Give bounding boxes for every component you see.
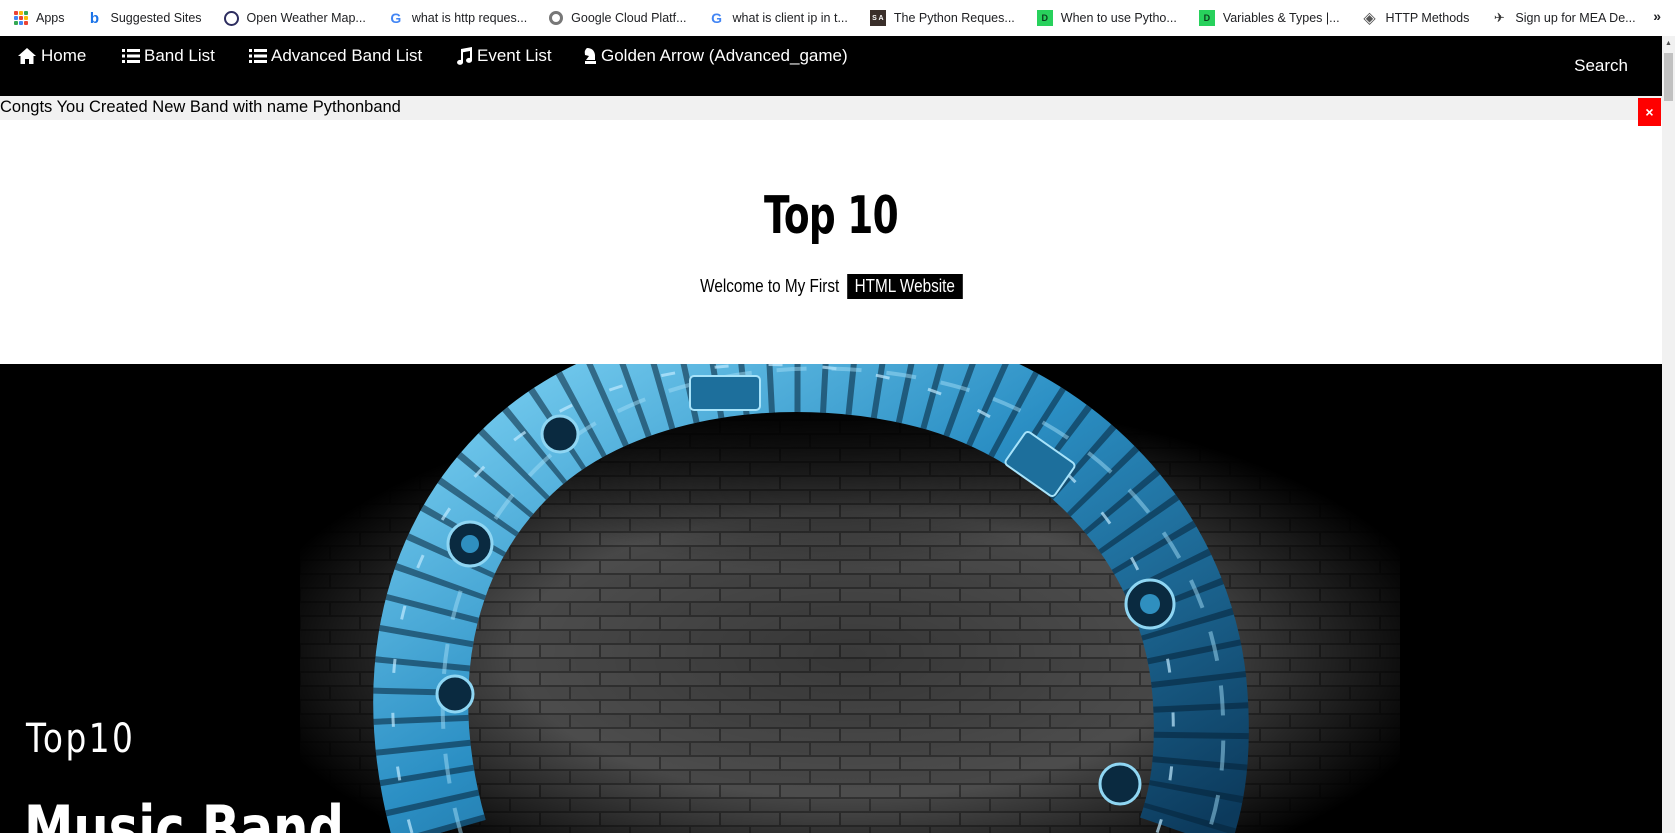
browser-page: Apps b Suggested Sites Open Weather Map.… <box>0 0 1675 833</box>
main-navbar: Home Band List Advanced Band List Event … <box>0 36 1662 96</box>
apps-grid-icon <box>14 11 28 25</box>
bookmark-label: Google Cloud Platf... <box>571 11 687 25</box>
bing-icon: b <box>89 9 100 27</box>
bookmark-apps[interactable]: Apps <box>14 11 65 25</box>
bookmark-mea-signup[interactable]: ✈ Sign up for MEA De... <box>1491 10 1636 26</box>
openweather-icon <box>223 10 239 26</box>
bookmark-label: Open Weather Map... <box>246 11 366 25</box>
search-button[interactable]: Search <box>1574 56 1628 76</box>
hero-banner: Top10 Music Band <box>0 364 1662 833</box>
bookmark-label: what is http reques... <box>411 11 528 25</box>
nav-label: Event List <box>477 46 552 65</box>
nav-item-golden-arrow[interactable]: Golden Arrow (Advanced_game) <box>583 46 848 66</box>
alert-message: Congts You Created New Band with name Py… <box>0 98 401 116</box>
home-icon <box>17 47 37 65</box>
google-cloud-icon <box>549 11 564 25</box>
http-icon: ◈ <box>1363 10 1376 27</box>
bookmark-http-request[interactable]: G what is http reques... <box>388 10 527 26</box>
nav-item-advanced-band-list[interactable]: Advanced Band List <box>249 46 422 66</box>
bookmark-suggested-sites[interactable]: b Suggested Sites <box>87 9 202 27</box>
google-icon: G <box>390 10 402 26</box>
mea-icon: ✈ <box>1493 10 1505 25</box>
datacamp-icon: D <box>1036 10 1053 26</box>
list-icon <box>249 48 267 64</box>
bookmark-client-ip[interactable]: G what is client ip in t... <box>709 10 848 26</box>
google-icon: G <box>711 10 722 26</box>
bookmark-variables-types[interactable]: D Variables & Types |... <box>1198 10 1340 26</box>
nav-item-home[interactable]: Home <box>17 46 86 66</box>
chess-piece-icon <box>583 47 597 65</box>
nav-label: Golden Arrow (Advanced_game) <box>601 46 848 65</box>
bookmarks-more-button[interactable]: » <box>1653 8 1661 24</box>
bookmark-label: The Python Reques... <box>893 11 1015 25</box>
bookmark-label: Suggested Sites <box>110 11 202 25</box>
scrollbar-thumb[interactable] <box>1664 53 1673 101</box>
list-icon <box>122 48 140 64</box>
hero-big-title: Music Band <box>24 792 344 833</box>
bookmark-http-methods[interactable]: ◈ HTTP Methods <box>1362 10 1470 27</box>
bookmark-label: HTTP Methods <box>1385 11 1470 25</box>
success-alert: Congts You Created New Band with name Py… <box>0 96 1662 120</box>
nav-item-event-list[interactable]: Event List <box>455 46 552 66</box>
scroll-up-arrow-icon[interactable]: ▲ <box>1662 36 1675 50</box>
sa-icon: S A <box>869 10 886 26</box>
bookmark-python-requests[interactable]: S A The Python Reques... <box>869 10 1015 26</box>
page-scrollbar[interactable]: ▲ <box>1662 36 1675 833</box>
nav-label: Home <box>41 46 87 65</box>
hero-small-title: Top10 <box>26 716 136 762</box>
nav-label: Advanced Band List <box>271 46 423 65</box>
music-note-icon <box>455 47 473 65</box>
datacamp-icon: D <box>1198 10 1215 26</box>
bookmark-label: Apps <box>36 11 65 25</box>
bookmark-label: When to use Pytho... <box>1060 11 1177 25</box>
page-title: Top 10 <box>764 186 899 246</box>
nav-label: Band List <box>144 46 215 65</box>
hero-image <box>0 364 1662 833</box>
bookmarks-bar: Apps b Suggested Sites Open Weather Map.… <box>0 0 1675 36</box>
alert-close-button[interactable]: × <box>1638 98 1661 126</box>
bookmark-label: Sign up for MEA De... <box>1515 11 1636 25</box>
page-subtitle: Welcome to My First HTML Website <box>0 274 1662 299</box>
bookmark-label: what is client ip in t... <box>732 11 848 25</box>
bookmark-open-weather-map[interactable]: Open Weather Map... <box>223 10 366 26</box>
nav-item-band-list[interactable]: Band List <box>122 46 215 66</box>
subtitle-tag: HTML Website <box>846 274 963 299</box>
bookmark-when-to-use-python[interactable]: D When to use Pytho... <box>1036 10 1177 26</box>
bookmark-label: Variables & Types |... <box>1222 11 1340 25</box>
bookmark-google-cloud[interactable]: Google Cloud Platf... <box>549 11 687 25</box>
subtitle-text: Welcome to My First <box>699 276 839 296</box>
